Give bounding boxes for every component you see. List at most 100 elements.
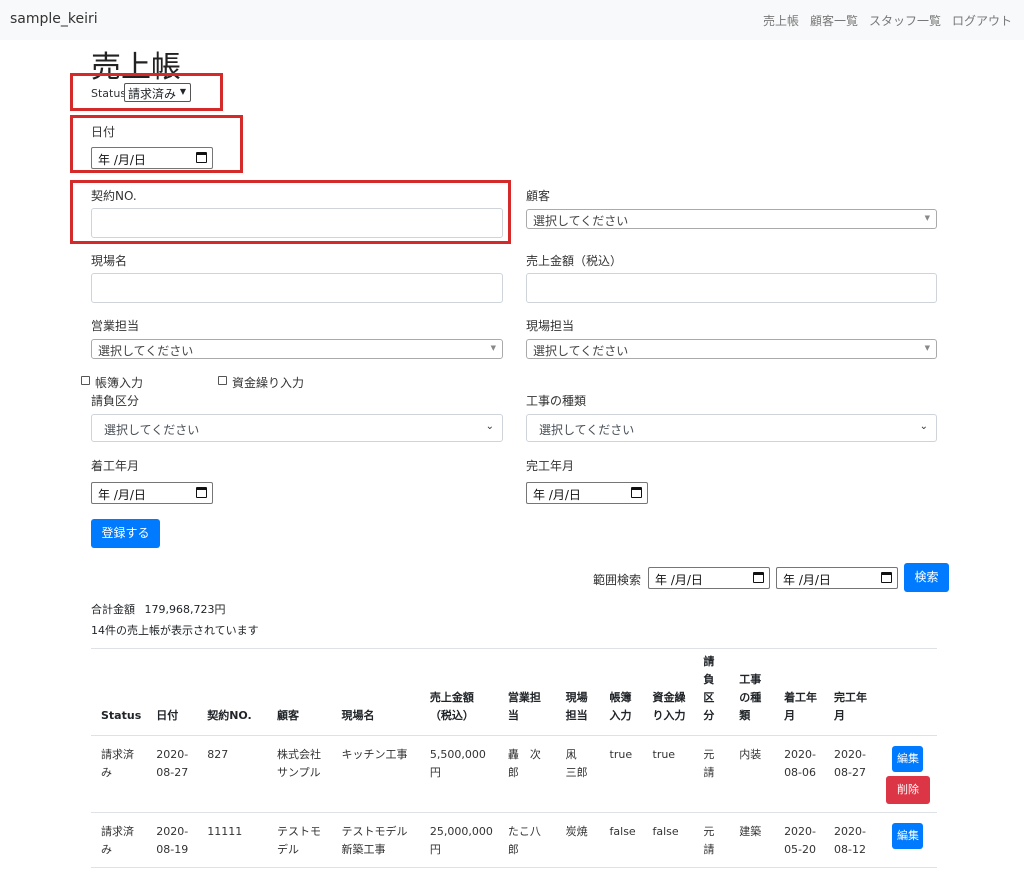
nav-link-sales[interactable]: 売上帳 [763, 12, 799, 29]
row-actions: 編集 [884, 823, 932, 849]
ledger-checkbox-label: 帳簿入力 [95, 376, 144, 390]
nav-links: 売上帳 顧客一覧 スタッフ一覧 ログアウト [763, 12, 1012, 29]
search-button[interactable]: 検索 [904, 563, 949, 592]
edit-button[interactable]: 編集 [892, 746, 924, 772]
cell-date: 2020-08-27 [146, 735, 198, 813]
delete-button[interactable]: 削除 [885, 776, 930, 804]
end-label: 完工年月 [526, 459, 575, 473]
nav-link-customers[interactable]: 顧客一覧 [810, 12, 858, 29]
end-date-value: 年 /月/日 [533, 488, 581, 502]
range-to-input[interactable]: 年 /月/日 [776, 567, 898, 589]
cell-start: 2020-08-06 [774, 735, 825, 813]
cell-site-staff: 炭焼 [555, 812, 600, 868]
dropdown-arrow-icon: ▼ [924, 344, 930, 352]
chevron-down-icon: ⌄ [485, 421, 494, 432]
fund-checkbox-label: 資金繰り入力 [232, 376, 305, 390]
contract-type-select[interactable]: 選択してください ⌄ [91, 414, 503, 442]
header-site: 現場名 [331, 648, 420, 736]
header-end: 完工年月 [824, 648, 874, 736]
end-date-input[interactable]: 年 /月/日 [526, 482, 648, 504]
customer-select[interactable]: 選択してください ▼ [526, 209, 937, 229]
cell-ledger: false [599, 812, 643, 868]
nav-link-logout[interactable]: ログアウト [952, 12, 1012, 29]
cell-amount: 5,500,000円 [419, 735, 498, 813]
amount-label: 売上金額（税込） [526, 254, 623, 268]
date-input[interactable]: 年 /月/日 [91, 147, 213, 169]
work-type-select[interactable]: 選択してください ⌄ [526, 414, 937, 442]
total-label: 合計金額 [91, 603, 135, 616]
brand-link[interactable]: sample_keiri [10, 11, 98, 27]
edit-button[interactable]: 編集 [892, 823, 924, 849]
fund-checkbox[interactable] [218, 376, 227, 385]
dropdown-arrow-icon: ▼ [490, 344, 496, 352]
range-to-value: 年 /月/日 [783, 573, 831, 587]
customer-select-value: 選択してください [533, 214, 629, 228]
total-value: 179,968,723円 [144, 603, 226, 616]
register-button[interactable]: 登録する [91, 519, 160, 548]
table-row: 請求済み 2020-08-19 11111 テストモデル テストモデル新築工事 … [91, 812, 937, 868]
calendar-icon[interactable] [196, 487, 207, 498]
header-actions [873, 648, 937, 736]
cell-fund: false [642, 812, 694, 868]
header-contract: 契約NO. [197, 648, 267, 736]
contract-type-select-value: 選択してください [104, 423, 200, 437]
header-date: 日付 [146, 648, 198, 736]
range-from-value: 年 /月/日 [655, 573, 703, 587]
date-label: 日付 [91, 125, 116, 139]
cell-sales-staff: 轟 次郎 [497, 735, 556, 813]
calendar-icon[interactable] [196, 152, 207, 163]
row-actions: 編集 削除 [884, 746, 932, 804]
cell-contract-type: 元請 [693, 735, 730, 813]
table-row: 請求済み 2020-08-27 827 株式会社サンプル キッチン工事 5,50… [91, 735, 937, 813]
site-staff-select[interactable]: 選択してください ▼ [526, 339, 937, 359]
start-label: 着工年月 [91, 459, 140, 473]
cell-site: テストモデル新築工事 [331, 812, 420, 868]
cell-work-type: 建築 [729, 812, 775, 868]
header-contract-type: 請負区分 [693, 648, 730, 736]
cell-contract: 11111 [197, 812, 267, 868]
sales-staff-select-value: 選択してください [98, 344, 194, 358]
contract-label: 契約NO. [91, 189, 137, 203]
header-sales-staff: 営業担当 [497, 648, 556, 736]
cell-amount: 25,000,000円 [419, 812, 498, 868]
ledger-checkbox[interactable] [81, 376, 90, 385]
amount-input[interactable] [526, 273, 937, 303]
header-status: Status [91, 648, 147, 736]
calendar-icon[interactable] [881, 572, 892, 583]
total-summary: 合計金額 179,968,723円 [91, 601, 225, 617]
cell-fund: true [642, 735, 694, 813]
cell-actions: 編集 削除 [873, 735, 937, 813]
site-staff-select-value: 選択してください [533, 344, 629, 358]
cell-status: 請求済み [91, 735, 147, 813]
range-search-label: 範囲検索 [593, 573, 642, 587]
header-work-type: 工事の種類 [729, 648, 775, 736]
sales-staff-select[interactable]: 選択してください ▼ [91, 339, 503, 359]
cell-end: 2020-08-27 [824, 735, 874, 813]
start-date-input[interactable]: 年 /月/日 [91, 482, 213, 504]
status-select-value: 請求済み [128, 87, 177, 101]
cell-actions: 編集 [873, 812, 937, 868]
date-input-value: 年 /月/日 [98, 153, 146, 167]
cell-customer: テストモデル [266, 812, 332, 868]
status-label: Status [91, 87, 127, 100]
cell-sales-staff: たこ八郎 [497, 812, 556, 868]
status-select[interactable]: 請求済み ▼ [124, 83, 191, 102]
range-from-input[interactable]: 年 /月/日 [648, 567, 770, 589]
calendar-icon[interactable] [631, 487, 642, 498]
cell-contract-type: 元請 [693, 812, 730, 868]
cell-status: 請求済み [91, 812, 147, 868]
cell-ledger: true [599, 735, 643, 813]
table-header-row: Status 日付 契約NO. 顧客 現場名 売上金額（税込） 営業担当 現場担… [91, 648, 937, 736]
dropdown-arrow-icon: ▼ [924, 214, 930, 222]
nav-link-staff[interactable]: スタッフ一覧 [869, 12, 941, 29]
calendar-icon[interactable] [753, 572, 764, 583]
navbar: sample_keiri 売上帳 顧客一覧 スタッフ一覧 ログアウト [0, 0, 1024, 40]
site-input[interactable] [91, 273, 503, 303]
cell-date: 2020-08-19 [146, 812, 198, 868]
cell-start: 2020-05-20 [774, 812, 825, 868]
cell-contract: 827 [197, 735, 267, 813]
cell-customer: 株式会社サンプル [266, 735, 332, 813]
contract-input[interactable] [91, 208, 503, 238]
header-ledger: 帳簿入力 [599, 648, 643, 736]
cell-work-type: 内装 [729, 735, 775, 813]
